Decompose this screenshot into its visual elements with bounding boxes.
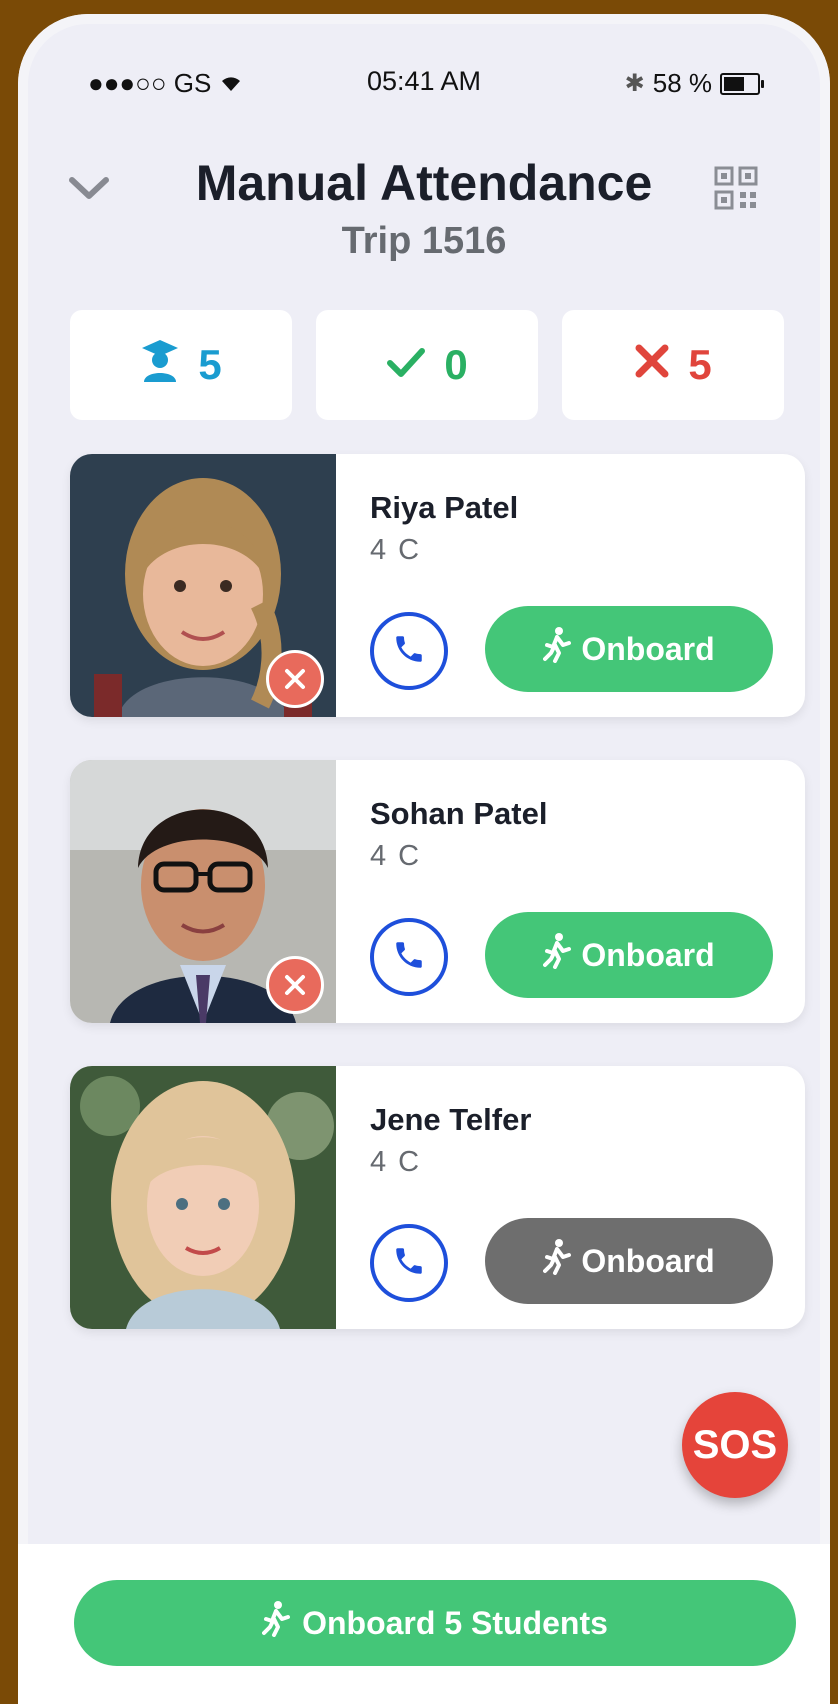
qr-code-icon[interactable] xyxy=(714,166,758,210)
call-button[interactable] xyxy=(370,1224,448,1302)
total-count: 5 xyxy=(198,341,222,388)
stats-row: 5 0 5 xyxy=(70,310,784,420)
student-icon xyxy=(140,338,180,392)
walking-icon xyxy=(543,627,572,671)
close-icon xyxy=(634,341,670,389)
onboard-label: Onboard xyxy=(581,630,715,667)
onboard-button-disabled[interactable]: Onboard xyxy=(485,1218,773,1304)
battery-percent: 58 % xyxy=(652,68,712,98)
walking-icon xyxy=(543,1239,572,1283)
onboard-all-label: Onboard 5 Students xyxy=(302,1604,608,1641)
student-name: Jene Telfer xyxy=(370,1102,532,1137)
absent-stat[interactable]: 5 xyxy=(562,310,784,420)
walking-icon xyxy=(543,933,572,977)
onboard-stat[interactable]: 0 xyxy=(316,310,538,420)
student-card: Sohan Patel 4 C Onboard xyxy=(70,760,805,1023)
student-card: Jene Telfer 4 C Onboard xyxy=(70,1066,805,1329)
call-button[interactable] xyxy=(370,918,448,996)
phone-icon xyxy=(392,632,426,671)
phone-screen: ●●●○○ GS 05:41 AM ✱ 58 % Manual Attendan… xyxy=(18,14,830,1704)
onboard-button[interactable]: Onboard xyxy=(485,606,773,692)
page-title: Manual Attendance xyxy=(195,155,653,211)
bluetooth-icon: ✱ xyxy=(624,70,645,97)
footer-bar: Onboard 5 Students xyxy=(18,1544,830,1704)
student-card: Riya Patel 4 C Onboard xyxy=(70,454,805,717)
phone-icon xyxy=(392,1244,426,1283)
student-grade: 4 C xyxy=(370,1146,422,1178)
walking-icon xyxy=(262,1601,291,1645)
call-button[interactable] xyxy=(370,612,448,690)
student-grade: 4 C xyxy=(370,534,422,566)
student-grade: 4 C xyxy=(370,840,422,872)
onboard-button[interactable]: Onboard xyxy=(485,912,773,998)
absent-count: 5 xyxy=(688,341,712,388)
status-bar: ●●●○○ GS 05:41 AM ✱ 58 % xyxy=(18,60,830,100)
student-photo xyxy=(70,1066,336,1329)
absent-badge xyxy=(266,650,324,708)
battery-icon xyxy=(720,72,764,95)
onboard-label: Onboard xyxy=(581,936,715,973)
phone-icon xyxy=(392,938,426,977)
onboard-all-button[interactable]: Onboard 5 Students xyxy=(74,1580,796,1666)
total-students-stat[interactable]: 5 xyxy=(70,310,292,420)
onboard-count: 0 xyxy=(444,341,468,388)
absent-badge xyxy=(266,956,324,1014)
onboard-label: Onboard xyxy=(581,1242,715,1279)
check-icon xyxy=(386,341,426,389)
sos-button[interactable]: SOS xyxy=(682,1392,788,1498)
header: Manual Attendance Trip 1516 xyxy=(18,144,830,274)
trip-subtitle: Trip 1516 xyxy=(341,220,507,262)
student-name: Sohan Patel xyxy=(370,796,548,831)
student-name: Riya Patel xyxy=(370,490,519,525)
